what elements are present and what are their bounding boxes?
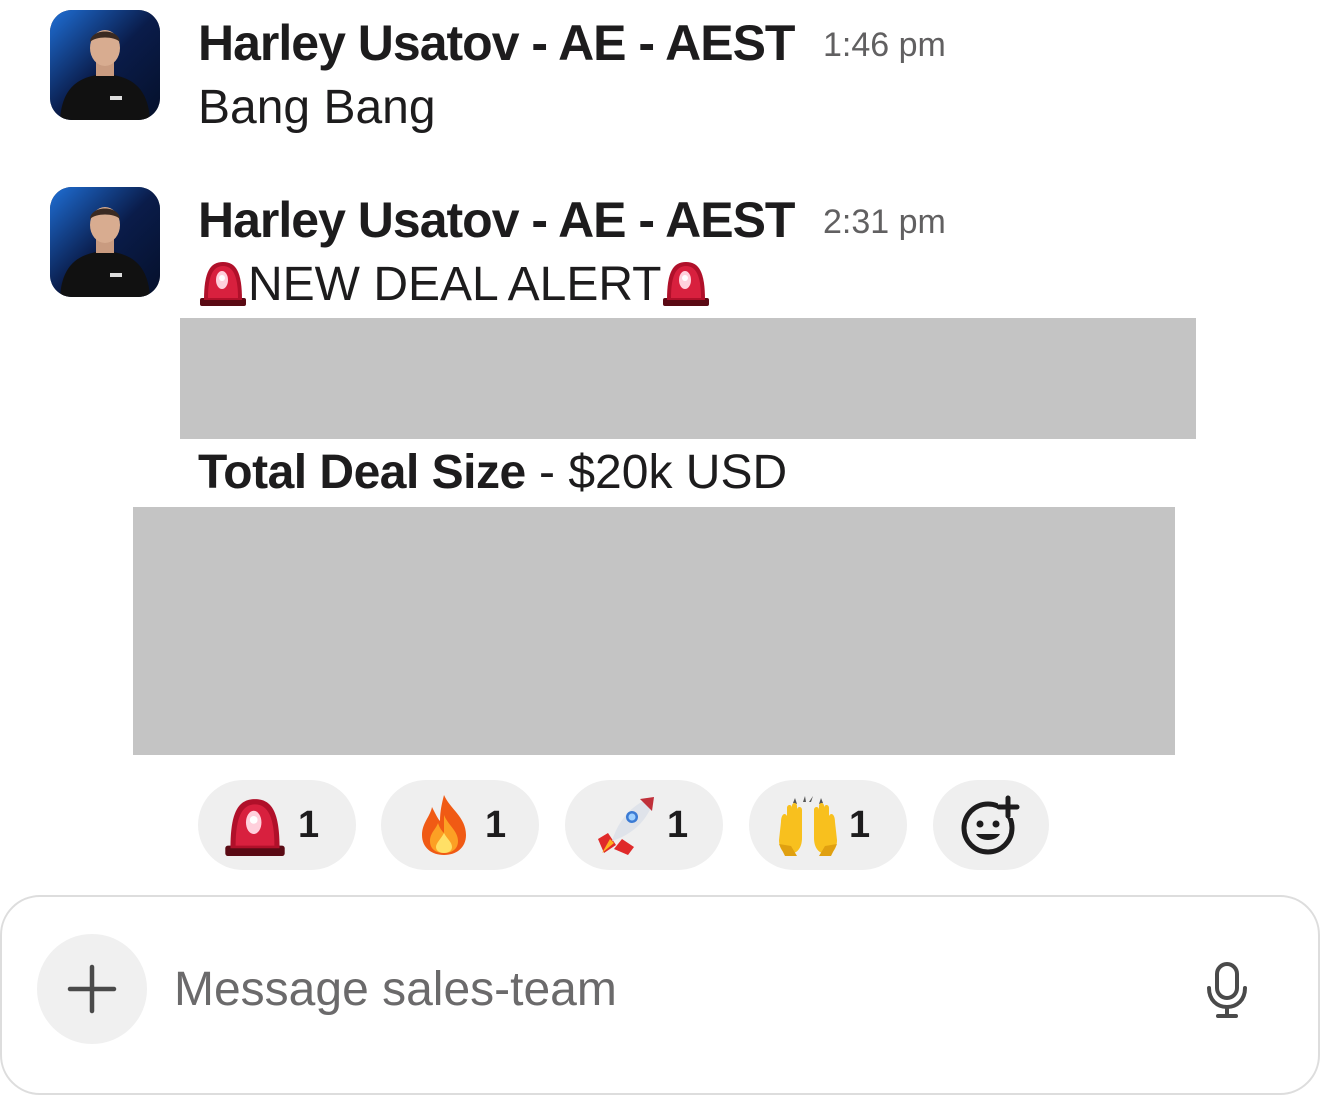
reaction-rotating-light[interactable]: 1 bbox=[198, 780, 356, 870]
reaction-count: 1 bbox=[485, 803, 507, 846]
deal-alert-line: NEW DEAL ALERT bbox=[198, 258, 711, 309]
redacted-block bbox=[180, 318, 1196, 439]
fire-icon bbox=[409, 790, 479, 860]
deal-size-value: $20k USD bbox=[568, 446, 788, 499]
reaction-count: 1 bbox=[298, 803, 320, 846]
add-reaction-icon bbox=[961, 795, 1020, 855]
rotating-light-icon bbox=[200, 262, 246, 306]
person-avatar-icon bbox=[50, 187, 160, 297]
reaction-count: 1 bbox=[667, 803, 689, 846]
sender-name[interactable]: Harley Usatov - AE - AEST bbox=[198, 18, 795, 68]
message-timestamp[interactable]: 2:31 pm bbox=[823, 205, 946, 239]
microphone-button[interactable] bbox=[1200, 960, 1254, 1020]
deal-size-line: Total Deal Size - $20k USD bbox=[198, 449, 787, 497]
reaction-count: 1 bbox=[849, 803, 871, 846]
reaction-raising-hands[interactable]: 1 bbox=[749, 780, 907, 870]
rocket-icon bbox=[591, 790, 661, 860]
person-avatar-icon bbox=[50, 10, 160, 120]
avatar[interactable] bbox=[50, 187, 160, 297]
deal-alert-text: NEW DEAL ALERT bbox=[248, 258, 662, 311]
reaction-fire[interactable]: 1 bbox=[381, 780, 539, 870]
attach-button[interactable] bbox=[37, 934, 147, 1044]
add-reaction-button[interactable] bbox=[933, 780, 1049, 870]
plus-icon bbox=[67, 964, 117, 1014]
reaction-rocket[interactable]: 1 bbox=[565, 780, 723, 870]
rotating-light-icon bbox=[663, 262, 710, 306]
avatar[interactable] bbox=[50, 10, 160, 120]
message-text: Bang Bang bbox=[198, 81, 436, 134]
rotating-light-icon bbox=[220, 790, 290, 860]
message-input[interactable]: Message sales-team bbox=[174, 966, 617, 1014]
sender-name[interactable]: Harley Usatov - AE - AEST bbox=[198, 195, 795, 245]
deal-size-label: Total Deal Size bbox=[198, 446, 526, 499]
message-timestamp[interactable]: 1:46 pm bbox=[823, 28, 946, 62]
deal-size-separator: - bbox=[525, 446, 569, 499]
microphone-icon bbox=[1207, 962, 1247, 1018]
raising-hands-icon bbox=[773, 790, 843, 860]
redacted-block bbox=[133, 507, 1175, 755]
